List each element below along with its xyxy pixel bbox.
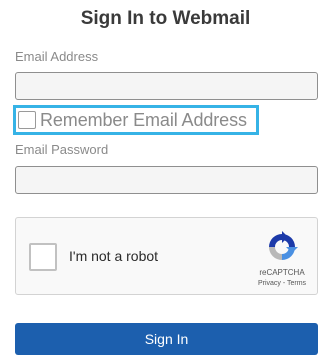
remember-email-label: Remember Email Address <box>40 109 247 130</box>
recaptcha-checkbox[interactable] <box>29 243 57 271</box>
sign-in-button[interactable]: Sign In <box>15 323 318 355</box>
email-input[interactable] <box>15 72 318 100</box>
email-label: Email Address <box>15 49 99 64</box>
recaptcha-brand: reCAPTCHA <box>259 268 305 277</box>
page-title: Sign In to Webmail <box>80 8 251 29</box>
recaptcha-privacy-terms-links[interactable]: Privacy - Terms <box>252 280 312 287</box>
recaptcha-label: I'm not a robot <box>69 248 159 264</box>
password-label: Email Password <box>15 142 109 157</box>
recaptcha-logo-icon <box>269 231 298 260</box>
password-input[interactable] <box>15 166 318 194</box>
recaptcha-widget: I'm not a robot reCAPTCHA Privacy - Term… <box>15 217 318 295</box>
remember-email-checkbox[interactable] <box>18 111 36 129</box>
remember-email-option[interactable]: Remember Email Address <box>13 105 259 135</box>
